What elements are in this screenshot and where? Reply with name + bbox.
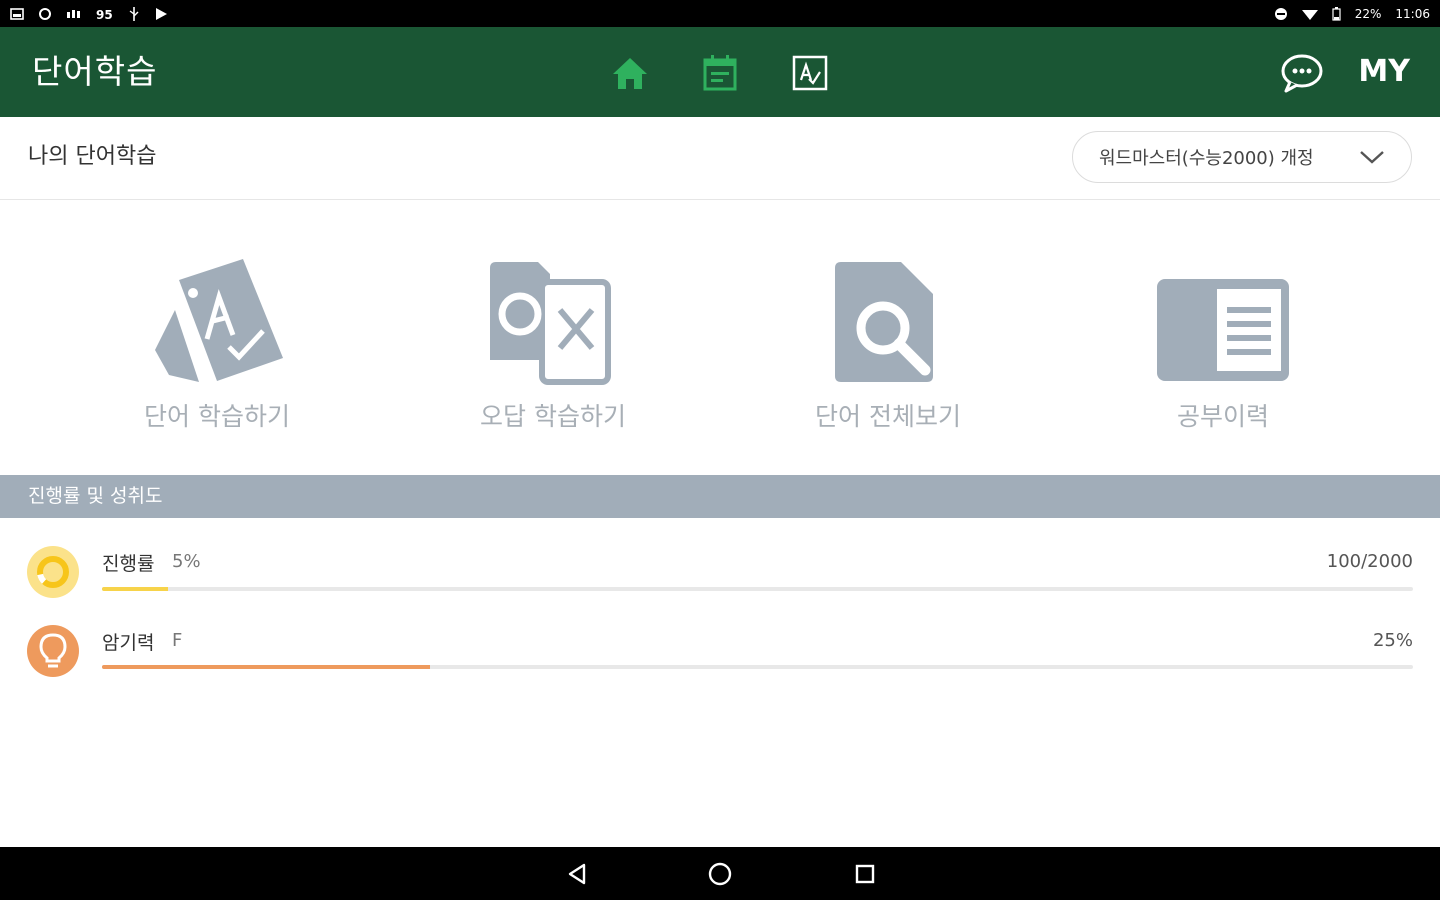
wifi-icon [1301, 7, 1318, 21]
progress-row: 진행률 5% 100/2000 [0, 540, 1440, 610]
progress-ring-icon [27, 546, 79, 598]
memorization-bar-track [102, 665, 1413, 669]
app-bar: 단어학습 MY [0, 27, 1440, 117]
signal-bars-icon [66, 8, 82, 20]
progress-section-header: 진행률 및 성취도 [0, 475, 1440, 518]
memorization-bar-fill [102, 665, 430, 669]
sub-header: 나의 단어학습 워드마스터(수능2000) 개정 [0, 117, 1440, 200]
menu-word-study[interactable]: 단어 학습하기 [92, 250, 342, 440]
progress-bar-track [102, 587, 1413, 591]
clock: 11:06 [1395, 6, 1430, 21]
menu-wrong-answer-study[interactable]: 오답 학습하기 [428, 250, 678, 440]
progress-percent: 5% [172, 551, 201, 572]
menu-label: 오답 학습하기 [480, 402, 626, 431]
sync-icon [38, 7, 52, 21]
my-button[interactable]: MY [1358, 27, 1410, 117]
page-title: 나의 단어학습 [28, 144, 157, 169]
usb-icon [128, 6, 140, 22]
home-icon[interactable] [610, 53, 650, 93]
play-store-icon [154, 7, 168, 21]
battery-percent: 22% [1354, 6, 1382, 21]
status-left: 95 [0, 6, 178, 22]
progress-label: 진행률 [102, 553, 155, 575]
svg-text:95: 95 [96, 8, 113, 20]
chat-bubble-icon[interactable] [1280, 53, 1324, 93]
menu-word-list[interactable]: 단어 전체보기 [763, 250, 1013, 440]
memorization-row: 암기력 F 25% [0, 620, 1440, 690]
menu-label: 공부이력 [1176, 402, 1269, 431]
menu-label: 단어 전체보기 [815, 402, 961, 431]
progress-count: 100/2000 [1326, 551, 1413, 572]
lightbulb-icon [27, 625, 79, 677]
home-circle-icon[interactable] [706, 860, 734, 888]
memorization-label: 암기력 [102, 632, 155, 654]
book-select-dropdown[interactable]: 워드마스터(수능2000) 개정 [1072, 131, 1412, 183]
memorization-grade: F [172, 630, 183, 651]
system-nav-bar [0, 847, 1440, 900]
status-bar: 95 22% 11:06 [0, 0, 1440, 27]
menu-study-history[interactable]: 공부이력 [1098, 250, 1348, 440]
status-right: 22% 11:06 [1264, 6, 1440, 21]
badge-icon: 95 [96, 8, 114, 20]
memorization-percent: 25% [1372, 630, 1413, 651]
test-icon[interactable] [790, 53, 830, 93]
app-title: 단어학습 [32, 52, 158, 91]
section-title: 진행률 및 성취도 [28, 485, 163, 507]
word-cards-icon [142, 250, 292, 385]
progress-bar-fill [102, 587, 168, 591]
back-icon[interactable] [563, 860, 591, 888]
book-select-value: 워드마스터(수능2000) 개정 [1099, 148, 1314, 169]
image-icon [10, 7, 24, 20]
document-search-icon [813, 250, 963, 385]
calendar-icon[interactable] [700, 53, 740, 93]
battery-icon [1332, 6, 1341, 21]
study-history-icon [1148, 250, 1298, 385]
menu-label: 단어 학습하기 [144, 402, 290, 431]
wrong-answer-icon [478, 250, 628, 385]
do-not-disturb-icon [1274, 7, 1288, 21]
recents-icon[interactable] [851, 860, 879, 888]
chevron-down-icon [1360, 151, 1384, 164]
